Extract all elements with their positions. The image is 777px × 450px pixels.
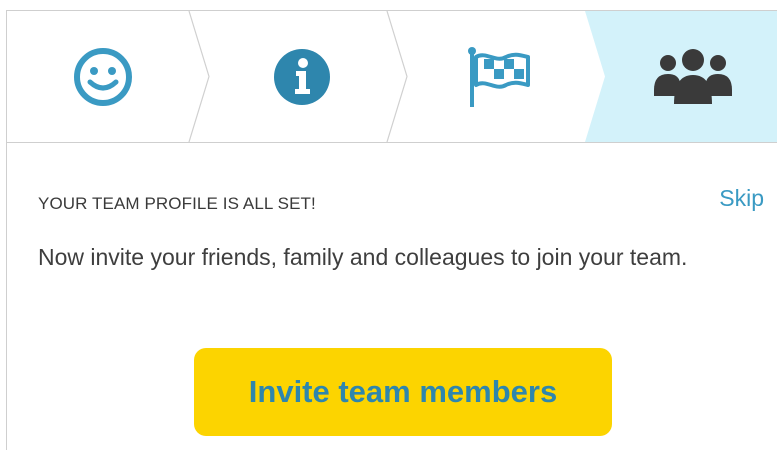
onboarding-panel: YOUR TEAM PROFILE IS ALL SET! Skip Now i… xyxy=(6,10,777,450)
flag-icon xyxy=(468,46,530,107)
page-title: YOUR TEAM PROFILE IS ALL SET! xyxy=(38,194,316,213)
info-icon xyxy=(274,48,330,105)
step-content: YOUR TEAM PROFILE IS ALL SET! Skip Now i… xyxy=(7,142,777,450)
invite-description: Now invite your friends, family and coll… xyxy=(38,244,688,270)
team-icon xyxy=(653,48,732,104)
step-goal[interactable] xyxy=(405,11,593,142)
step-profile[interactable] xyxy=(7,11,199,142)
progress-stepper xyxy=(7,11,777,143)
step-info[interactable] xyxy=(207,11,397,142)
invite-team-members-button[interactable]: Invite team members xyxy=(194,348,612,436)
smiley-icon xyxy=(74,47,132,106)
skip-link[interactable]: Skip xyxy=(719,185,764,212)
step-team[interactable] xyxy=(607,11,777,142)
